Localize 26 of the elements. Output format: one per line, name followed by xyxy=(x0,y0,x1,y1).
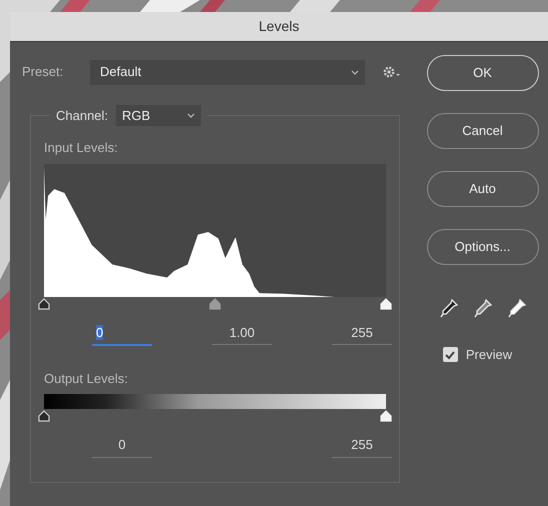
dialog-button[interactable]: OK xyxy=(426,55,538,91)
eyedropper-icon[interactable] xyxy=(438,297,460,319)
settings-icon[interactable] xyxy=(383,65,401,79)
slider-thumb[interactable] xyxy=(38,410,50,422)
preview-checkbox[interactable] xyxy=(442,347,458,362)
preview-label: Preview xyxy=(466,346,512,364)
level-field[interactable]: 0 xyxy=(92,433,152,458)
slider-thumb[interactable] xyxy=(38,298,50,310)
input-levels-label: Input Levels: xyxy=(44,139,119,157)
dialog-button[interactable]: Auto xyxy=(426,171,538,207)
preset-label: Preset: xyxy=(22,63,64,82)
channel-label: Channel: xyxy=(56,109,108,122)
chevron-down-icon xyxy=(187,113,196,118)
chevron-down-icon xyxy=(351,70,359,74)
level-field[interactable]: 255 xyxy=(332,433,392,458)
preset-dropdown[interactable]: Default xyxy=(90,60,365,84)
output-levels-label: Output Levels: xyxy=(44,370,129,388)
channel-dropdown[interactable]: RGB xyxy=(116,105,202,126)
level-field[interactable]: 255 xyxy=(332,320,392,345)
level-field[interactable]: 0 xyxy=(92,320,152,346)
dialog-button[interactable]: Options... xyxy=(426,229,538,265)
eyedropper-icon[interactable] xyxy=(506,297,528,319)
window-title: Levels xyxy=(10,12,548,42)
eyedropper-icon[interactable] xyxy=(472,297,494,319)
dialog-button[interactable]: Cancel xyxy=(426,113,538,149)
level-field[interactable]: 1.00 xyxy=(212,320,272,345)
